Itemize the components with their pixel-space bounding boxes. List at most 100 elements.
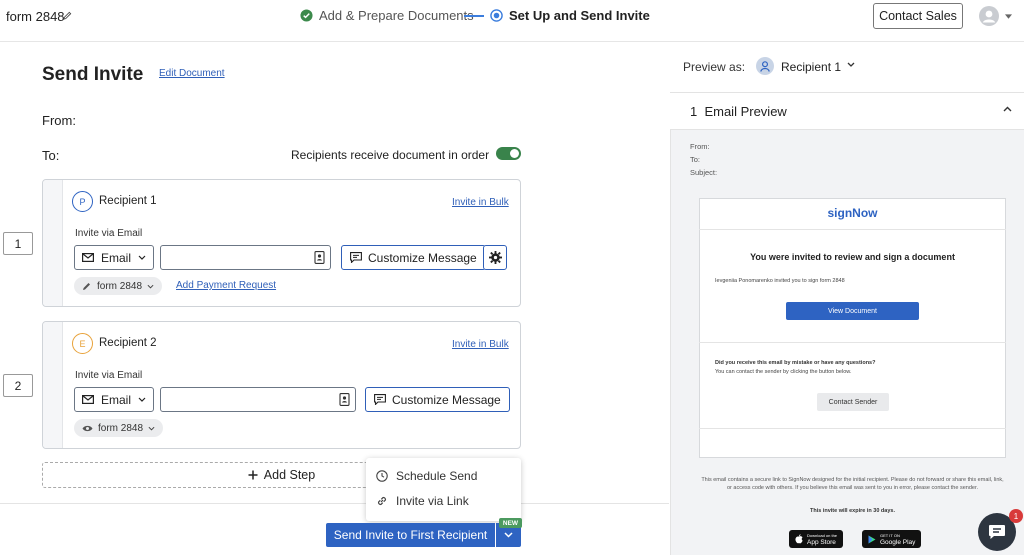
person-icon xyxy=(756,57,774,75)
invite-method-select[interactable]: Email xyxy=(74,387,154,412)
add-payment-request-link[interactable]: Add Payment Request xyxy=(176,280,276,291)
edit-document-link[interactable]: Edit Document xyxy=(159,68,225,79)
chevron-up-icon[interactable] xyxy=(1003,106,1012,112)
recipient-order-input[interactable]: 2 xyxy=(3,374,33,397)
envelope-icon xyxy=(82,253,94,262)
link-icon xyxy=(376,495,388,507)
eye-icon xyxy=(82,425,93,432)
customize-message-button[interactable]: Customize Message xyxy=(341,245,486,270)
contacts-book-icon[interactable] xyxy=(314,251,325,264)
email-field[interactable] xyxy=(160,387,356,412)
step-setup-send[interactable]: Set Up and Send Invite xyxy=(490,8,650,23)
document-chip-label: form 2848 xyxy=(97,280,143,292)
step-connector xyxy=(464,15,484,17)
email-field[interactable] xyxy=(160,245,331,270)
menu-item-label: Schedule Send xyxy=(396,469,478,483)
add-step-label: Add Step xyxy=(263,468,316,482)
email-from-label: From: xyxy=(690,142,710,151)
recipient-card: P Recipient 1 Invite in Bulk Invite via … xyxy=(42,179,521,307)
preview-as-label: Preview as: xyxy=(683,60,746,74)
app-store-badge[interactable]: Download on the App Store xyxy=(789,530,844,548)
clock-icon xyxy=(376,470,388,482)
email-card xyxy=(699,198,1006,458)
new-badge: NEW xyxy=(499,518,522,528)
customize-label: Customize Message xyxy=(392,392,501,407)
menu-item-schedule-send[interactable]: Schedule Send xyxy=(376,469,477,483)
contact-sender-button[interactable]: Contact Sender xyxy=(817,393,889,411)
recipient-avatar: P xyxy=(72,191,93,212)
contact-sales-button[interactable]: Contact Sales xyxy=(873,3,963,29)
divider xyxy=(699,229,1006,230)
footer-divider xyxy=(0,503,669,504)
divider xyxy=(699,342,1006,343)
recipient-order-input[interactable]: 1 xyxy=(3,232,33,255)
preview-recipient-select[interactable]: Recipient 1 xyxy=(781,60,841,74)
gear-icon xyxy=(488,251,502,264)
chat-icon xyxy=(988,524,1006,540)
invite-method-select[interactable]: Email xyxy=(74,245,154,270)
chevron-down-icon xyxy=(138,397,146,402)
google-play-label: Google Play xyxy=(880,539,916,546)
active-step-icon xyxy=(490,9,503,22)
view-document-button[interactable]: View Document xyxy=(786,302,919,320)
email-subject-label: Subject: xyxy=(690,168,718,177)
customize-label: Customize Message xyxy=(368,250,477,265)
chevron-down-icon[interactable] xyxy=(847,62,855,67)
invite-in-bulk-link[interactable]: Invite in Bulk xyxy=(452,197,509,208)
order-toggle[interactable] xyxy=(496,147,521,160)
recipient-avatar: E xyxy=(72,333,93,354)
check-circle-icon xyxy=(300,9,313,22)
from-label: From: xyxy=(42,113,76,128)
recipient-settings-button[interactable] xyxy=(483,245,507,270)
document-chip[interactable]: form 2848 xyxy=(74,419,164,437)
step-label: Set Up and Send Invite xyxy=(509,8,650,23)
plus-icon xyxy=(248,470,258,480)
page-title: Send Invite xyxy=(42,64,144,85)
document-chip[interactable]: form 2848 xyxy=(74,277,163,295)
email-to-label: To: xyxy=(690,155,701,164)
pencil-icon[interactable] xyxy=(63,11,72,20)
email-question-text: You can contact the sender by clicking t… xyxy=(715,369,852,375)
chevron-down-icon xyxy=(148,426,155,431)
menu-item-label: Invite via Link xyxy=(396,494,469,508)
envelope-icon xyxy=(82,395,94,404)
caret-down-icon xyxy=(1005,13,1012,19)
email-expiry-note: This invite will expire in 30 days. xyxy=(810,508,895,514)
play-icon xyxy=(868,535,876,544)
chevron-down-icon xyxy=(504,532,513,538)
to-label: To: xyxy=(42,148,60,163)
method-label: Email xyxy=(101,250,132,265)
send-invite-button[interactable]: Send Invite to First Recipient xyxy=(326,523,495,547)
recipient-name: Recipient 1 xyxy=(99,195,157,207)
menu-item-invite-via-link[interactable]: Invite via Link xyxy=(376,494,469,508)
message-icon xyxy=(350,252,362,263)
signnow-logo: signNow xyxy=(827,206,878,220)
chevron-down-icon xyxy=(138,255,146,260)
step-label: Add & Prepare Documents xyxy=(319,8,474,23)
document-name[interactable]: form 2848 xyxy=(6,9,65,24)
user-menu[interactable] xyxy=(979,6,1012,26)
invite-in-bulk-link[interactable]: Invite in Bulk xyxy=(452,339,509,350)
google-play-badge[interactable]: GET IT ON Google Play xyxy=(862,530,922,548)
pen-signature-icon xyxy=(82,282,92,291)
divider xyxy=(699,428,1006,429)
step-add-prepare[interactable]: Add & Prepare Documents xyxy=(300,8,474,23)
apple-icon xyxy=(795,534,803,544)
top-bar: form 2848 Add & Prepare Documents Set Up… xyxy=(0,0,1024,42)
recipient-name: Recipient 2 xyxy=(99,337,157,349)
customize-message-button[interactable]: Customize Message xyxy=(365,387,510,412)
document-chip-label: form 2848 xyxy=(98,422,144,434)
app-store-caption: Download on the xyxy=(807,533,838,538)
app-store-label: App Store xyxy=(807,539,836,546)
recipient-card: E Recipient 2 Invite in Bulk Invite via … xyxy=(42,321,521,449)
notification-badge: 1 xyxy=(1009,509,1023,523)
google-play-caption: GET IT ON xyxy=(880,533,900,538)
email-question-title: Did you receive this email by mistake or… xyxy=(715,360,876,366)
chevron-down-icon xyxy=(147,284,154,289)
email-preview-title: 1 Email Preview xyxy=(690,104,787,119)
send-options-menu: Schedule Send Invite via Link xyxy=(366,458,521,521)
avatar-icon xyxy=(979,6,999,26)
email-disclaimer: This email contains a secure link to Sig… xyxy=(701,477,1004,491)
email-invite-text: Ievgeniia Ponomarenko invited you to sig… xyxy=(715,278,845,284)
contacts-book-icon[interactable] xyxy=(339,393,350,406)
